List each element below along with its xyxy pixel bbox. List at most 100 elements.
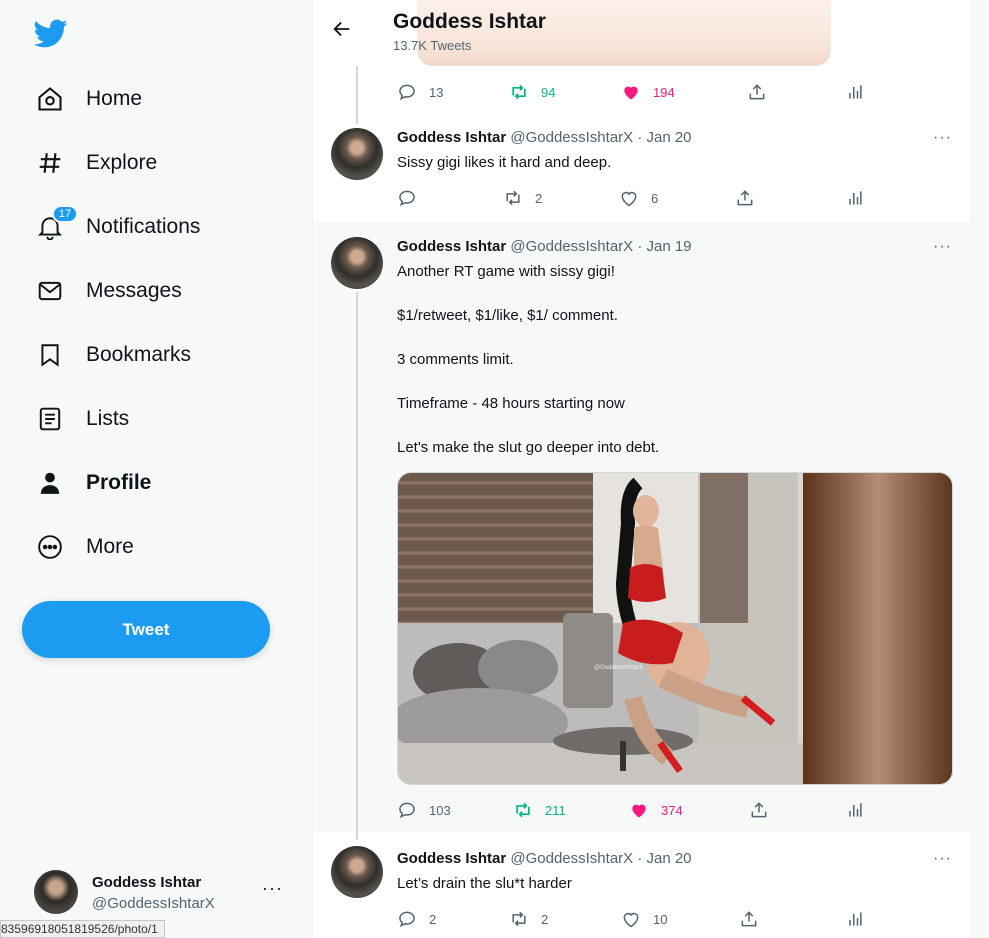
nav-bookmarks[interactable]: Bookmarks	[22, 329, 205, 381]
reply-button[interactable]: 2	[397, 907, 436, 931]
avatar[interactable]	[331, 237, 383, 289]
nav-home-label: Home	[86, 87, 143, 110]
tweet[interactable]: Goddess Ishtar @GoddessIshtarX · Jan 19 …	[313, 222, 970, 832]
tweet-text-line: Another RT game with sissy gigi!	[397, 263, 615, 280]
photo-illustration	[398, 473, 952, 784]
home-icon	[36, 85, 64, 113]
like-button[interactable]: 6	[619, 186, 658, 210]
reply-count: 13	[429, 84, 444, 100]
account-name: Goddess Ishtar	[92, 874, 202, 891]
share-icon	[749, 84, 765, 100]
person-icon	[36, 469, 64, 497]
retweet-icon	[512, 911, 526, 927]
heart-filled-icon	[632, 804, 646, 818]
avatar[interactable]	[331, 128, 383, 180]
tweet-button[interactable]: Tweet	[22, 601, 270, 658]
tweet-meta[interactable]: @GoddessIshtarX · Jan 19	[510, 238, 691, 255]
reply-icon	[399, 802, 415, 819]
analytics-button[interactable]	[845, 907, 865, 931]
nav-home[interactable]: Home	[22, 73, 156, 125]
avatar[interactable]	[331, 846, 383, 898]
tweet-text: Sissy gigi likes it hard and deep.	[397, 154, 612, 171]
analytics-icon	[849, 85, 862, 99]
analytics-button[interactable]	[845, 80, 865, 104]
main-timeline: Goddess Ishtar 13.7K Tweets 13 94 194 Go…	[312, 0, 970, 938]
thread-line	[356, 62, 358, 124]
like-count: 6	[651, 190, 659, 206]
retweet-button[interactable]: 94	[509, 80, 555, 104]
tweet-author-name[interactable]: Goddess Ishtar	[397, 850, 506, 867]
reply-icon	[399, 911, 415, 928]
analytics-button[interactable]	[845, 186, 865, 210]
more-icon[interactable]: ···	[262, 878, 283, 899]
tweet-author-name[interactable]: Goddess Ishtar	[397, 238, 506, 255]
tweet-header: Goddess Ishtar @GoddessIshtarX · Jan 20	[397, 129, 692, 146]
status-bar-url: 83596918051819526/photo/1	[0, 920, 165, 938]
list-icon	[36, 405, 64, 433]
reply-button[interactable]: 13	[397, 80, 443, 104]
heart-icon	[621, 191, 637, 207]
nav-messages[interactable]: Messages	[22, 265, 196, 317]
nav-more-label: More	[86, 535, 134, 558]
tweet-photo[interactable]: @GoddessIshtarX	[397, 472, 953, 785]
retweet-icon	[512, 84, 526, 100]
heart-icon	[623, 912, 639, 928]
nav-messages-label: Messages	[86, 279, 182, 302]
account-switcher[interactable]: Goddess Ishtar @GoddessIshtarX ···	[22, 864, 302, 920]
left-sidebar: Home Explore 17 Notifications Messages B…	[0, 0, 312, 938]
retweet-count: 94	[541, 84, 556, 100]
share-button[interactable]	[735, 186, 755, 210]
nav-explore[interactable]: Explore	[22, 137, 171, 189]
nav-more[interactable]: More	[22, 521, 148, 573]
back-arrow-icon[interactable]	[331, 18, 353, 40]
reply-button[interactable]	[397, 186, 429, 210]
nav-lists-label: Lists	[86, 407, 130, 430]
share-button[interactable]	[739, 907, 759, 931]
tweet[interactable]: Goddess Ishtar @GoddessIshtarX · Jan 20 …	[313, 832, 970, 938]
twitter-logo-icon[interactable]	[34, 16, 68, 50]
nav-notifications[interactable]: 17 Notifications	[22, 201, 214, 253]
heart-filled-icon	[624, 86, 638, 100]
more-icon[interactable]: ···	[933, 850, 952, 868]
like-button[interactable]: 374	[629, 798, 683, 822]
retweet-button[interactable]: 2	[503, 186, 542, 210]
tweet-meta[interactable]: @GoddessIshtarX · Jan 20	[510, 129, 691, 146]
nav-bookmarks-label: Bookmarks	[86, 343, 192, 366]
more-circle-icon	[36, 533, 64, 561]
retweet-button[interactable]: 211	[513, 798, 566, 822]
analytics-icon	[849, 803, 862, 817]
tweet-count: 13.7K Tweets	[393, 38, 472, 53]
like-button[interactable]: 194	[621, 80, 675, 104]
more-icon[interactable]: ···	[933, 129, 952, 147]
like-count: 194	[653, 84, 675, 100]
share-button[interactable]	[749, 798, 769, 822]
photo-watermark: @GoddessIshtarX	[594, 665, 644, 671]
nav-profile[interactable]: Profile	[22, 457, 165, 509]
tweet[interactable]: Goddess Ishtar @GoddessIshtarX · Jan 20 …	[313, 120, 970, 220]
reply-button[interactable]: 103	[397, 798, 451, 822]
reply-icon	[399, 190, 415, 207]
share-icon	[737, 190, 753, 206]
more-icon[interactable]: ···	[933, 238, 952, 256]
share-button[interactable]	[747, 80, 767, 104]
nav-lists[interactable]: Lists	[22, 393, 143, 445]
tweet-text-line: $1/retweet, $1/like, $1/ comment.	[397, 307, 618, 324]
notification-badge: 17	[52, 205, 78, 223]
tweet-author-name[interactable]: Goddess Ishtar	[397, 129, 506, 146]
like-button[interactable]: 10	[621, 907, 667, 931]
analytics-button[interactable]	[845, 798, 865, 822]
retweet-count: 2	[535, 190, 543, 206]
retweet-button[interactable]: 2	[509, 907, 548, 931]
analytics-icon	[849, 191, 862, 205]
tweet-meta[interactable]: @GoddessIshtarX · Jan 20	[510, 850, 691, 867]
tweet-header: Goddess Ishtar @GoddessIshtarX · Jan 19	[397, 238, 692, 255]
share-icon	[741, 911, 757, 927]
page-title: Goddess Ishtar	[393, 10, 546, 33]
share-icon	[751, 802, 767, 818]
nav-profile-label: Profile	[86, 471, 152, 494]
nav-notifications-label: Notifications	[86, 215, 201, 238]
tweet-actions: 13 94 194	[397, 80, 867, 104]
reply-count: 2	[429, 911, 437, 927]
tweet-header: Goddess Ishtar @GoddessIshtarX · Jan 20	[397, 850, 692, 867]
tweet-text-line: Timeframe - 48 hours starting now	[397, 395, 625, 412]
